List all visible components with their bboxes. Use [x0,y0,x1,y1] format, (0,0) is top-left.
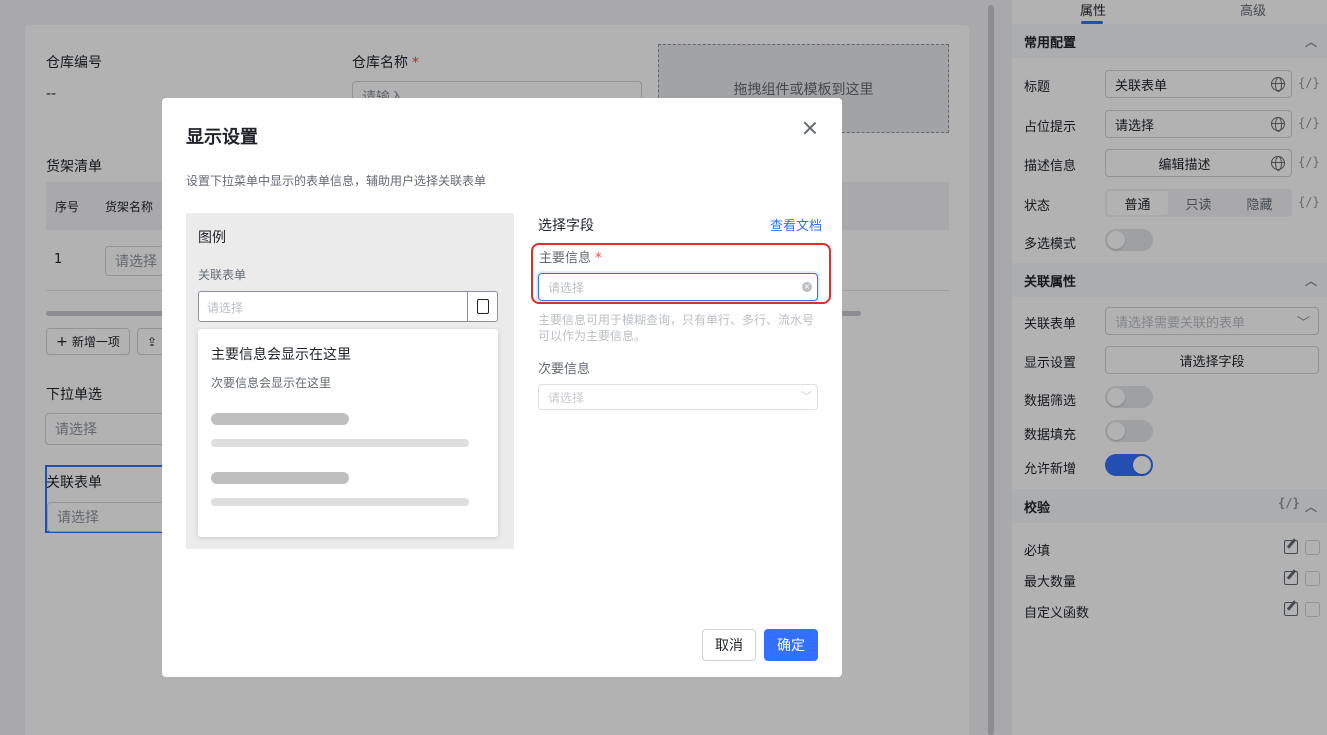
skeleton-secondary [211,439,469,447]
legend-select: 请选择 [198,291,498,322]
display-settings-dialog: 显示设置 设置下拉菜单中显示的表单信息，辅助用户选择关联表单 图例 关联表单 请… [162,98,842,677]
select-field-title: 选择字段 [538,218,594,234]
clear-icon[interactable]: × [802,282,812,292]
legend-primary-text: 主要信息会显示在这里 [211,347,351,363]
dialog-subtitle: 设置下拉菜单中显示的表单信息，辅助用户选择关联表单 [186,174,487,188]
document-icon [477,299,489,314]
legend-title: 图例 [198,230,226,246]
legend-preview: 图例 关联表单 请选择 主要信息会显示在这里 次要信息会显示在这里 [186,213,514,549]
secondary-info-label: 次要信息 [538,362,591,377]
legend-dropdown: 主要信息会显示在这里 次要信息会显示在这里 [198,329,498,537]
legend-secondary-text: 次要信息会显示在这里 [211,376,332,390]
chevron-down-icon: ﹀ [801,390,812,403]
skeleton-primary [211,413,349,425]
skeleton-secondary [211,498,469,506]
legend-field-label: 关联表单 [198,268,247,282]
dialog-title: 显示设置 [186,127,258,148]
legend-select-divider [467,292,468,321]
view-docs-link[interactable]: 查看文档 [770,215,822,234]
secondary-info-select[interactable]: 请选择 ﹀ [538,384,818,410]
close-icon[interactable] [802,120,818,136]
primary-info-hint: 主要信息可用于模糊查询，只有单行、多行、流水号可以作为主要信息。 [538,313,815,343]
skeleton-primary [211,472,349,484]
cancel-button[interactable]: 取消 [702,629,756,661]
legend-select-placeholder: 请选择 [207,301,244,315]
primary-info-label: 主要信息 * [539,251,602,266]
primary-info-select[interactable]: 请选择 × [538,273,818,301]
confirm-button[interactable]: 确定 [764,629,818,661]
